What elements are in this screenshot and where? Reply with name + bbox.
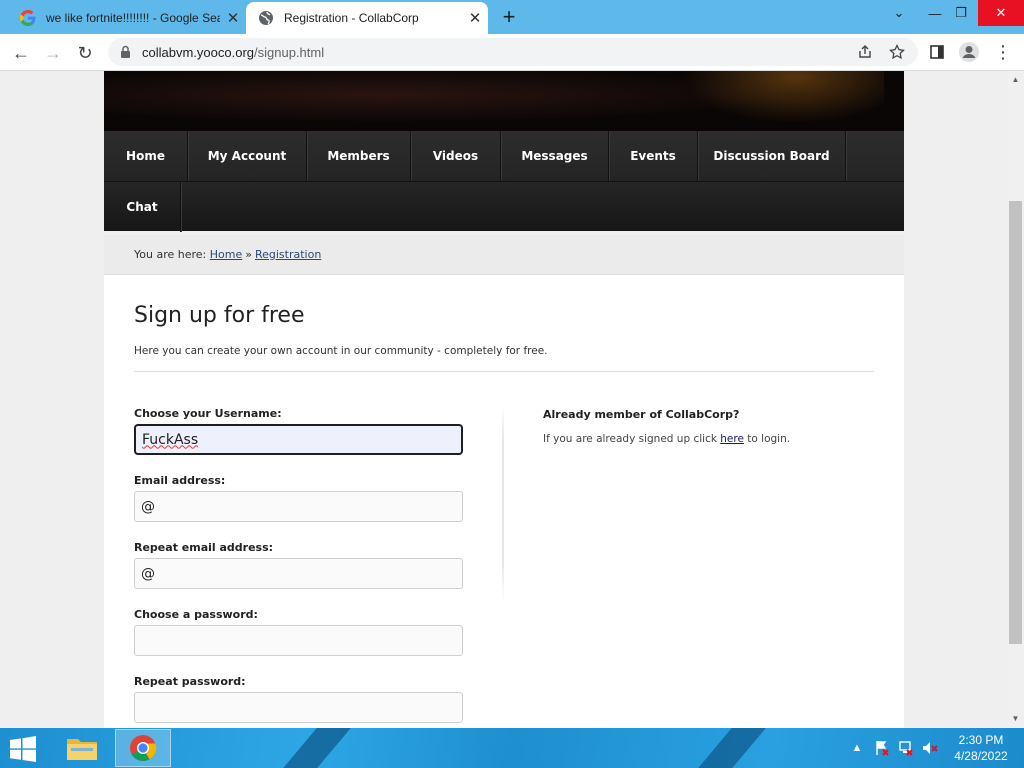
password-input[interactable] bbox=[134, 625, 463, 656]
username-label: Choose your Username: bbox=[134, 407, 282, 420]
nav-item-home[interactable]: Home bbox=[104, 131, 188, 181]
profile-avatar-icon[interactable] bbox=[956, 38, 982, 66]
page-scrollbar[interactable]: ▲ ▼ bbox=[1007, 71, 1024, 728]
tab-google-search[interactable]: we like fortnite!!!!!!!! - Google Sea ✕ bbox=[8, 2, 246, 34]
nav-item-videos[interactable]: Videos bbox=[411, 131, 501, 181]
breadcrumb: You are here: Home » Registration bbox=[104, 235, 904, 275]
divider bbox=[134, 371, 874, 372]
file-explorer-taskbar-button[interactable] bbox=[54, 729, 110, 767]
url-text: collabvm.yooco.org/signup.html bbox=[142, 45, 324, 60]
tab-title: Registration - CollabCorp bbox=[284, 11, 419, 25]
bookmark-star-icon[interactable] bbox=[884, 38, 910, 66]
close-window-icon[interactable]: ✕ bbox=[978, 0, 1024, 26]
breadcrumb-registration-link[interactable]: Registration bbox=[255, 248, 321, 261]
login-prompt-title: Already member of CollabCorp? bbox=[543, 408, 740, 421]
forward-arrow-icon[interactable]: → bbox=[40, 40, 66, 66]
nav-item-messages[interactable]: Messages bbox=[501, 131, 609, 181]
password-repeat-label: Repeat password: bbox=[134, 675, 246, 688]
chrome-icon bbox=[130, 735, 157, 761]
chrome-taskbar-button[interactable] bbox=[115, 729, 171, 767]
main-navigation: Home My Account Members Videos Messages … bbox=[104, 131, 904, 232]
taskbar-decoration bbox=[283, 728, 351, 768]
browser-toolbar: ← → ↻ collabvm.yooco.org/signup.html ⋮ bbox=[0, 34, 1024, 71]
back-arrow-icon[interactable]: ← bbox=[8, 40, 34, 66]
login-prompt-after: to login. bbox=[743, 433, 791, 445]
nav-item-members[interactable]: Members bbox=[307, 131, 411, 181]
close-tab-icon[interactable]: ✕ bbox=[462, 9, 488, 27]
login-prompt-before: If you are already signed up click bbox=[543, 433, 721, 445]
taskbar-decoration bbox=[698, 728, 766, 768]
email-value: @ bbox=[141, 498, 155, 515]
google-icon bbox=[20, 10, 36, 26]
site-container: Home My Account Members Videos Messages … bbox=[104, 71, 904, 728]
page-viewport: Home My Account Members Videos Messages … bbox=[0, 71, 1007, 728]
password-repeat-input[interactable] bbox=[134, 692, 463, 723]
network-icon[interactable] bbox=[896, 728, 916, 768]
lock-icon bbox=[121, 45, 130, 58]
close-tab-icon[interactable]: ✕ bbox=[220, 9, 246, 27]
password-label: Choose a password: bbox=[134, 608, 258, 621]
taskbar: ▲ 2:30 PM 4/28/2022 bbox=[0, 728, 1024, 768]
share-icon[interactable] bbox=[852, 38, 878, 66]
globe-icon bbox=[259, 11, 273, 25]
tab-search-chevron-icon[interactable]: ⌄ bbox=[882, 0, 916, 26]
new-tab-button[interactable]: + bbox=[496, 4, 522, 30]
login-prompt-text: If you are already signed up click here … bbox=[543, 433, 790, 445]
tab-registration[interactable]: Registration - CollabCorp ✕ bbox=[246, 2, 488, 34]
nav-row-2: Chat bbox=[104, 181, 904, 232]
address-bar[interactable]: collabvm.yooco.org/signup.html bbox=[108, 38, 918, 66]
header-banner-image bbox=[104, 71, 904, 131]
username-input[interactable]: FuckAss bbox=[134, 424, 463, 455]
nav-row-1: Home My Account Members Videos Messages … bbox=[104, 131, 846, 181]
scrollbar-thumb[interactable] bbox=[1009, 201, 1022, 644]
scroll-up-arrow-icon[interactable]: ▲ bbox=[1007, 73, 1024, 87]
email-input[interactable]: @ bbox=[134, 491, 463, 522]
url-host: collabvm.yooco.org bbox=[142, 45, 254, 60]
breadcrumb-separator: » bbox=[245, 248, 252, 261]
action-center-flag-icon[interactable] bbox=[872, 728, 892, 768]
restore-icon[interactable]: ❐ bbox=[944, 0, 978, 26]
scroll-down-arrow-icon[interactable]: ▼ bbox=[1007, 712, 1024, 726]
email-repeat-input[interactable]: @ bbox=[134, 558, 463, 589]
folder-icon bbox=[67, 739, 97, 760]
clock-time: 2:30 PM bbox=[958, 733, 1004, 747]
email-repeat-label: Repeat email address: bbox=[134, 541, 274, 554]
menu-kebab-icon[interactable]: ⋮ bbox=[990, 38, 1016, 66]
url-path: /signup.html bbox=[254, 45, 325, 60]
tab-strip: we like fortnite!!!!!!!! - Google Sea ✕ … bbox=[0, 0, 1024, 34]
login-here-link[interactable]: here bbox=[720, 433, 744, 445]
breadcrumb-prefix: You are here: bbox=[134, 248, 207, 261]
breadcrumb-home-link[interactable]: Home bbox=[210, 248, 242, 261]
email-label: Email address: bbox=[134, 474, 226, 487]
nav-item-discussion-board[interactable]: Discussion Board bbox=[698, 131, 846, 181]
side-panel-icon[interactable] bbox=[924, 38, 950, 66]
registration-content: Sign up for free Here you can create you… bbox=[104, 275, 904, 728]
nav-item-chat[interactable]: Chat bbox=[104, 182, 181, 232]
tab-title: we like fortnite!!!!!!!! - Google Sea bbox=[46, 11, 220, 25]
show-hidden-icons-chevron-icon[interactable]: ▲ bbox=[850, 728, 864, 768]
windows-start-icon[interactable] bbox=[8, 736, 38, 762]
nav-item-events[interactable]: Events bbox=[609, 131, 698, 181]
clock-date: 4/28/2022 bbox=[954, 749, 1008, 763]
intro-text: Here you can create your own account in … bbox=[134, 345, 548, 357]
username-value: FuckAss bbox=[142, 431, 199, 448]
email-repeat-value: @ bbox=[141, 565, 155, 582]
nav-item-my-account[interactable]: My Account bbox=[188, 131, 307, 181]
page-title: Sign up for free bbox=[134, 303, 305, 328]
volume-muted-icon[interactable] bbox=[920, 728, 940, 768]
reload-icon[interactable]: ↻ bbox=[72, 40, 98, 66]
system-clock[interactable]: 2:30 PM 4/28/2022 bbox=[946, 732, 1016, 764]
column-divider bbox=[502, 403, 504, 603]
